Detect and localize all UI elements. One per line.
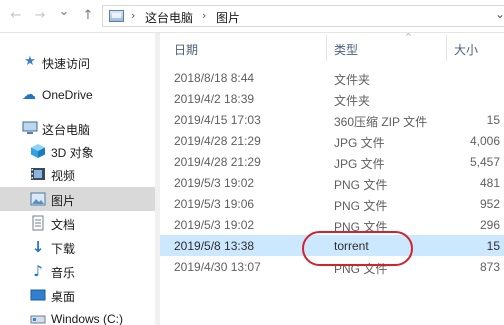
music-icon: ♪ bbox=[33, 262, 43, 280]
file-size: 952 bbox=[479, 197, 500, 211]
sidebar-item-videos[interactable]: 视频 bbox=[0, 162, 155, 186]
file-date: 2019/5/8 13:38 bbox=[174, 239, 255, 253]
column-header-row: 日期 类型 ^ 大小 bbox=[160, 32, 504, 63]
file-type: 360压缩 ZIP 文件 bbox=[334, 115, 428, 129]
sidebar-item-label: Windows (C:) bbox=[51, 312, 124, 325]
file-row[interactable]: 2019/4/28 21:29 JPG 文件 4,006 bbox=[160, 130, 504, 151]
breadcrumb-this-pc[interactable]: 这台电脑 bbox=[145, 9, 193, 26]
file-date: 2019/5/3 19:06 bbox=[174, 197, 255, 211]
computer-icon bbox=[22, 120, 38, 136]
file-size: 481 bbox=[479, 176, 500, 190]
column-header-type[interactable]: 类型 bbox=[334, 41, 358, 58]
file-date: 2019/5/3 19:02 bbox=[174, 218, 255, 232]
forward-arrow-icon[interactable]: → bbox=[32, 8, 48, 24]
sidebar-item-label: OneDrive bbox=[42, 88, 93, 102]
cube-icon bbox=[30, 143, 46, 159]
desktop-icon bbox=[30, 287, 46, 303]
pictures-icon bbox=[30, 191, 46, 207]
file-size: 4,006 bbox=[469, 134, 500, 148]
file-size: 296 bbox=[479, 218, 500, 232]
up-arrow-icon[interactable]: ↑ bbox=[80, 8, 96, 24]
sidebar-item-onedrive[interactable]: ☁ OneDrive bbox=[0, 83, 155, 107]
file-row[interactable]: 2019/5/3 19:06 PNG 文件 952 bbox=[160, 193, 504, 214]
address-dropdown-chevron-icon[interactable]: ⌄ bbox=[495, 7, 504, 21]
file-date: 2019/5/3 19:02 bbox=[174, 176, 255, 190]
file-type: JPG 文件 bbox=[334, 157, 385, 171]
file-row[interactable]: 2019/4/28 21:29 JPG 文件 5,457 bbox=[160, 151, 504, 172]
breadcrumb-pictures[interactable]: 图片 bbox=[216, 9, 240, 26]
file-date: 2019/4/28 21:29 bbox=[174, 155, 261, 169]
sidebar-item-label: 3D 对象 bbox=[51, 146, 94, 160]
sidebar-item-label: 快速访问 bbox=[42, 57, 91, 71]
file-date: 2019/4/2 18:39 bbox=[174, 92, 255, 106]
navigation-bar: ← → ⌄ ↑ › 这台电脑 › 图片 ⌄ bbox=[0, 0, 504, 33]
file-size: 15 bbox=[486, 239, 500, 253]
breadcrumb-separator-icon: › bbox=[202, 9, 207, 22]
sidebar-item-desktop[interactable]: 桌面 bbox=[0, 283, 155, 307]
recent-locations-chevron-icon[interactable]: ⌄ bbox=[56, 4, 72, 20]
file-size: 15 bbox=[486, 113, 500, 127]
navigation-pane: ★ 快速访问 ☁ OneDrive 这台电脑 3D 对象 视频 图片 文档 ↓ … bbox=[0, 33, 155, 325]
file-date: 2019/4/15 17:03 bbox=[174, 113, 261, 127]
file-row[interactable]: 2019/4/2 18:39 文件夹 bbox=[160, 88, 504, 109]
sidebar-item-windows-c[interactable]: Windows (C:) bbox=[0, 307, 155, 325]
file-type: JPG 文件 bbox=[334, 136, 385, 150]
file-row[interactable]: 2019/4/15 17:03 360压缩 ZIP 文件 15 bbox=[160, 109, 504, 130]
document-icon bbox=[30, 215, 46, 231]
file-type: 文件夹 bbox=[334, 73, 371, 87]
column-divider[interactable] bbox=[326, 35, 327, 61]
sidebar-item-documents[interactable]: 文档 bbox=[0, 211, 155, 235]
back-arrow-icon[interactable]: ← bbox=[8, 8, 24, 24]
sidebar-item-music[interactable]: ♪ 音乐 bbox=[0, 259, 155, 283]
file-type: PNG 文件 bbox=[334, 178, 388, 192]
file-date: 2019/4/30 13:07 bbox=[174, 260, 261, 274]
red-annotation-ellipse bbox=[302, 231, 413, 266]
cloud-icon: ☁ bbox=[22, 87, 36, 103]
sidebar-item-label: 音乐 bbox=[51, 266, 76, 280]
file-type: PNG 文件 bbox=[334, 199, 388, 213]
file-row[interactable]: 2018/8/18 8:44 文件夹 bbox=[160, 67, 504, 88]
pin-icon: ★ bbox=[24, 54, 36, 69]
file-date: 2019/4/28 21:29 bbox=[174, 134, 261, 148]
column-header-date[interactable]: 日期 bbox=[174, 41, 198, 58]
pictures-folder-icon bbox=[109, 10, 124, 22]
sidebar-item-label: 视频 bbox=[51, 169, 76, 183]
file-date: 2018/8/18 8:44 bbox=[174, 71, 255, 85]
sidebar-item-quick-access[interactable]: ★ 快速访问 bbox=[0, 50, 155, 74]
sidebar-item-label: 图片 bbox=[51, 194, 76, 208]
column-divider[interactable] bbox=[446, 35, 447, 61]
file-size: 5,457 bbox=[469, 155, 500, 169]
file-size: 873 bbox=[479, 260, 500, 274]
sidebar-item-label: 文档 bbox=[51, 218, 76, 232]
column-header-size[interactable]: 大小 bbox=[454, 41, 478, 58]
sidebar-item-label: 下载 bbox=[51, 242, 76, 256]
breadcrumb-separator-icon: › bbox=[131, 9, 136, 22]
sidebar-item-pictures[interactable]: 图片 bbox=[0, 187, 155, 211]
sort-caret-icon: ^ bbox=[405, 32, 412, 41]
sidebar-item-downloads[interactable]: ↓ 下载 bbox=[0, 235, 155, 259]
video-icon bbox=[30, 166, 46, 182]
sidebar-item-this-pc[interactable]: 这台电脑 bbox=[0, 116, 155, 140]
sidebar-item-label: 桌面 bbox=[51, 290, 76, 304]
download-icon: ↓ bbox=[31, 238, 45, 256]
file-type: 文件夹 bbox=[334, 94, 371, 108]
file-row[interactable]: 2019/5/3 19:02 PNG 文件 481 bbox=[160, 172, 504, 193]
drive-icon bbox=[30, 311, 46, 325]
address-bar[interactable]: › 这台电脑 › 图片 ⌄ bbox=[102, 5, 504, 27]
sidebar-item-3d-objects[interactable]: 3D 对象 bbox=[0, 139, 155, 163]
sidebar-item-label: 这台电脑 bbox=[42, 123, 91, 137]
